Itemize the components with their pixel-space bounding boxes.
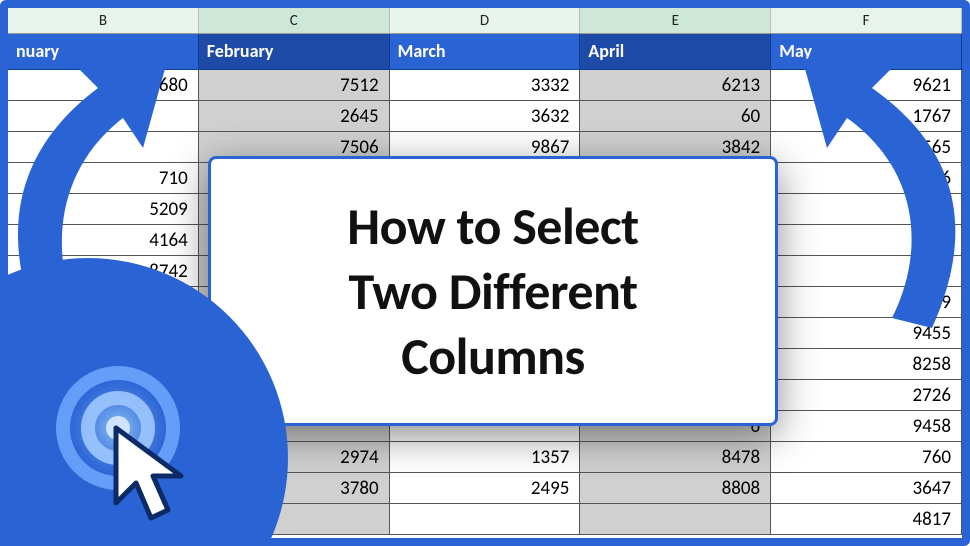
cell[interactable]: 7346 [771,163,962,194]
cell[interactable]: 710 [8,163,199,194]
cell[interactable]: 9621 [771,70,962,101]
cell[interactable]: 2495 [390,473,581,504]
cell[interactable]: 1767 [771,101,962,132]
title-card: How to Select Two Different Columns [208,156,778,426]
cell[interactable] [8,101,199,132]
cell[interactable]: 8478 [580,442,771,473]
cell[interactable]: 8258 [771,349,962,380]
cell[interactable]: 4164 [8,225,199,256]
pointer-cursor-icon [96,418,206,528]
cell[interactable]: 5209 [8,194,199,225]
cell[interactable] [390,504,581,535]
cell[interactable]: 7512 [199,70,390,101]
card-line-2: Two Different [349,259,638,324]
month-may[interactable]: May [771,34,962,70]
cell[interactable]: 9458 [771,411,962,442]
cell[interactable]: 2680 [8,70,199,101]
table-row: 26453632601767 [8,101,962,132]
cell[interactable]: 3332 [390,70,581,101]
month-january[interactable]: nuary [8,34,199,70]
column-header-f[interactable]: F [771,8,962,33]
column-header-b[interactable]: B [8,8,199,33]
cell[interactable]: 760 [771,442,962,473]
cell[interactable]: 2645 [199,101,390,132]
thumbnail-frame: B C D E F nuary February March April May… [0,0,970,546]
card-line-3: Columns [401,324,585,389]
cell[interactable]: 2829 [771,287,962,318]
column-header-c[interactable]: C [199,8,390,33]
card-line-1: How to Select [347,194,638,259]
cell[interactable]: 3647 [771,473,962,504]
column-letter-row: B C D E F [8,8,962,34]
cell[interactable]: 1357 [390,442,581,473]
column-header-d[interactable]: D [390,8,581,33]
cell[interactable]: 8808 [580,473,771,504]
cell[interactable]: 4817 [771,504,962,535]
cell[interactable]: 3632 [390,101,581,132]
month-february[interactable]: February [199,34,390,70]
cell[interactable]: 412 [771,225,962,256]
cell[interactable] [580,504,771,535]
cell[interactable]: 60 [580,101,771,132]
cell[interactable]: 9455 [771,318,962,349]
table-row: 26807512333262139621 [8,70,962,101]
cell[interactable]: 8710 [771,194,962,225]
column-header-e[interactable]: E [580,8,771,33]
month-april[interactable]: April [580,34,771,70]
cell[interactable]: 9565 [771,132,962,163]
cell[interactable]: 6213 [580,70,771,101]
month-header-row: nuary February March April May [8,34,962,70]
month-march[interactable]: March [390,34,581,70]
cell[interactable]: 8281 [771,256,962,287]
cell[interactable] [8,132,199,163]
cell[interactable]: 2726 [771,380,962,411]
